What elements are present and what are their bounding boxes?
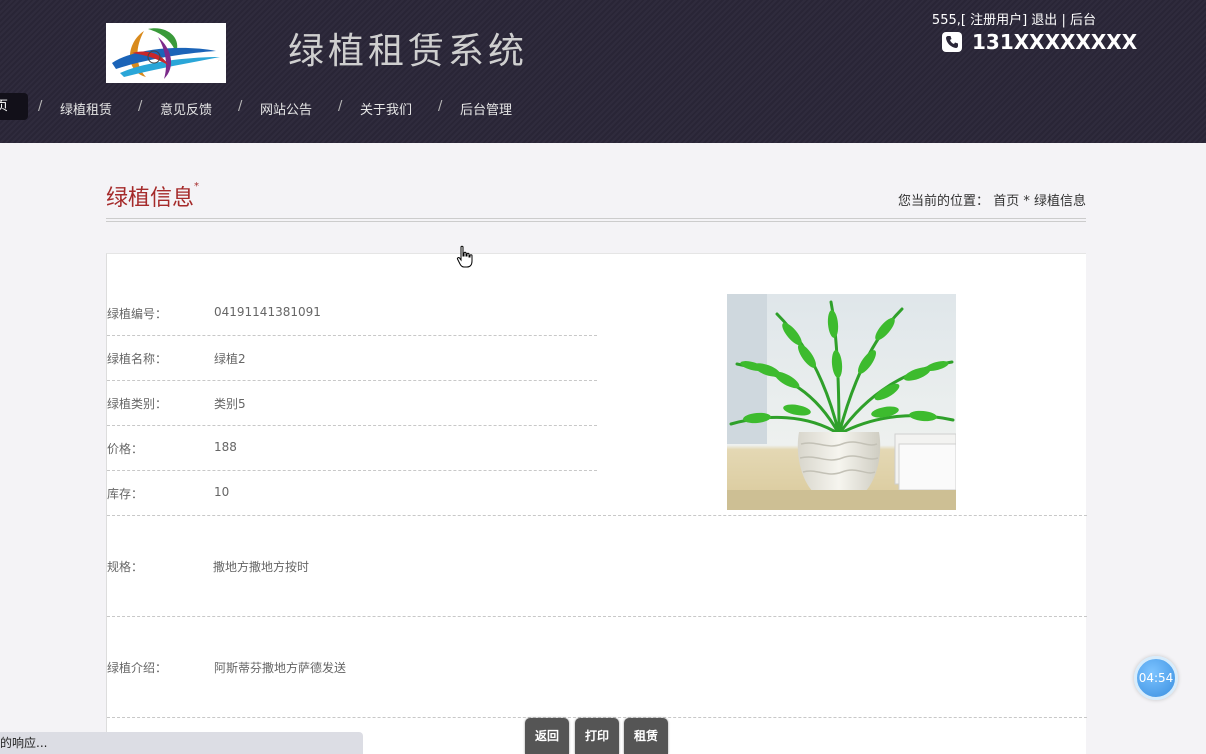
user-links-divider: | bbox=[1061, 13, 1066, 28]
user-links: 555,[ 注册用户] 退出 | 后台 bbox=[932, 9, 1096, 28]
browser-status-bar: 的响应... bbox=[0, 732, 363, 754]
field-label: 绿植类别： bbox=[107, 397, 168, 411]
title-divider bbox=[106, 218, 1086, 219]
nav-item-feedback[interactable]: 意见反馈 bbox=[160, 99, 212, 118]
back-button[interactable]: 返回 bbox=[525, 718, 569, 754]
field-value: 绿植2 bbox=[214, 352, 246, 366]
nav-item-admin[interactable]: 后台管理 bbox=[460, 99, 512, 118]
nav-item-plant-rental[interactable]: 绿植租赁 bbox=[60, 99, 112, 118]
row-divider bbox=[107, 380, 597, 381]
field-label: 绿植介绍： bbox=[107, 661, 168, 675]
page-title-mark: * bbox=[194, 180, 200, 192]
site-title: 绿植租赁系统 bbox=[288, 31, 529, 72]
hotline: 131XXXXXXXX bbox=[942, 30, 1138, 54]
user-name-link[interactable]: 555,[ 注册用户] bbox=[932, 13, 1027, 28]
nav-separator: / bbox=[138, 99, 143, 114]
field-value: 10 bbox=[214, 485, 230, 499]
row-divider bbox=[107, 425, 597, 426]
row-divider bbox=[107, 616, 1087, 617]
nav-item-about[interactable]: 关于我们 bbox=[360, 99, 412, 118]
phone-icon bbox=[942, 32, 962, 52]
plant-detail-panel: 绿植编号： 04191141381091 绿植名称： 绿植2 绿植类别： 类别5… bbox=[106, 253, 1087, 754]
breadcrumb-current[interactable]: 绿植信息 bbox=[1034, 194, 1086, 209]
field-label: 库存： bbox=[107, 487, 144, 501]
row-divider bbox=[107, 515, 1087, 516]
plant-image bbox=[727, 294, 956, 510]
row-divider bbox=[107, 335, 597, 336]
field-label: 绿植名称： bbox=[107, 352, 168, 366]
field-label: 绿植编号： bbox=[107, 307, 168, 321]
site-logo[interactable] bbox=[106, 23, 226, 83]
field-label: 价格： bbox=[107, 442, 144, 456]
field-value: 类别5 bbox=[214, 397, 246, 411]
logout-link[interactable]: 退出 bbox=[1031, 13, 1057, 28]
title-divider bbox=[106, 221, 1086, 222]
admin-link[interactable]: 后台 bbox=[1070, 13, 1096, 28]
recording-timer-badge[interactable]: 04:54 bbox=[1134, 656, 1178, 700]
breadcrumb-prefix: 您当前的位置： bbox=[898, 194, 990, 209]
breadcrumb-home[interactable]: 首页 bbox=[993, 194, 1019, 209]
breadcrumb-separator: * bbox=[1023, 194, 1030, 209]
field-value: 04191141381091 bbox=[214, 305, 321, 319]
field-value: 188 bbox=[214, 440, 237, 454]
phone-number: 131XXXXXXXX bbox=[972, 30, 1138, 54]
nav-separator: / bbox=[238, 99, 243, 114]
site-header: 绿植租赁系统 555,[ 注册用户] 退出 | 后台 131XXXXXXXX 首… bbox=[0, 0, 1206, 143]
print-button[interactable]: 打印 bbox=[575, 718, 619, 754]
rent-button[interactable]: 租赁 bbox=[624, 718, 668, 754]
nav-separator: / bbox=[438, 99, 443, 114]
nav-item-home-label: 首页 bbox=[0, 99, 9, 114]
page-title: 绿植信息* bbox=[106, 180, 199, 212]
nav-item-announcements[interactable]: 网站公告 bbox=[260, 99, 312, 118]
nav-item-home[interactable]: 首页 bbox=[0, 93, 28, 120]
field-value: 阿斯蒂芬撒地方萨德发送 bbox=[214, 661, 347, 675]
hand-cursor-icon bbox=[456, 245, 474, 273]
breadcrumb: 您当前的位置： 首页 * 绿植信息 bbox=[898, 190, 1086, 209]
nav-separator: / bbox=[338, 99, 343, 114]
nav-separator: / bbox=[38, 99, 43, 114]
field-value: 撒地方撒地方按时 bbox=[213, 560, 310, 574]
row-divider bbox=[107, 470, 597, 471]
page-title-text: 绿植信息 bbox=[106, 186, 195, 211]
field-label: 规格： bbox=[107, 560, 144, 574]
